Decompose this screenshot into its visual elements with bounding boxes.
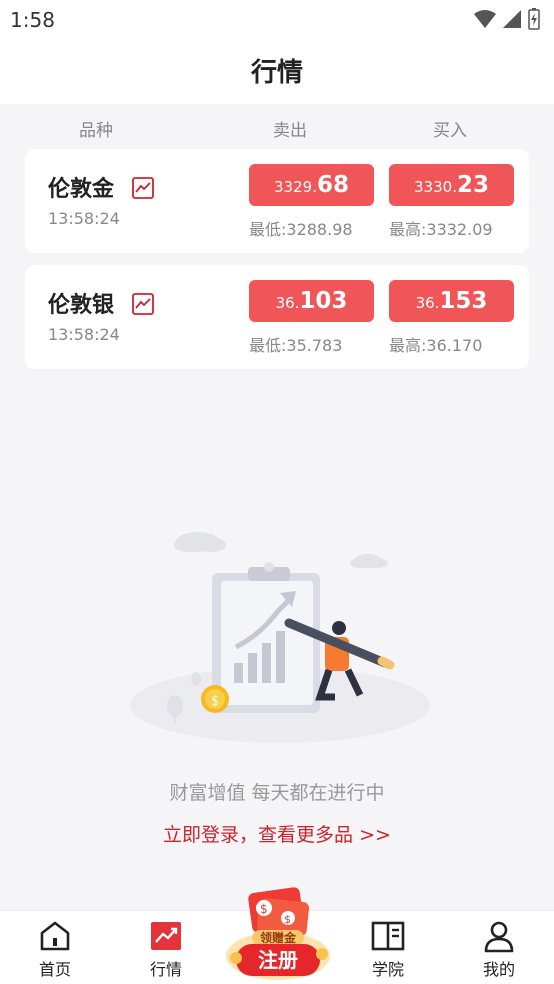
buy-price-dec: 153 xyxy=(439,288,488,314)
status-icons xyxy=(474,8,540,30)
buy-price-button[interactable]: 3330.23 xyxy=(389,164,514,206)
quote-card-gold[interactable]: 伦敦金 13:58:24 3329.68 3330.23 最低:3288.98 … xyxy=(25,149,529,253)
book-icon xyxy=(371,921,405,951)
low-price: 最低:3288.98 xyxy=(249,220,353,239)
tab-label: 首页 xyxy=(38,960,71,979)
tab-label: 我的 xyxy=(482,960,515,979)
promo-top-label: 领赠金 xyxy=(259,931,296,945)
tab-home[interactable]: 首页 xyxy=(0,911,110,984)
sell-price-dec: 68 xyxy=(316,172,349,198)
quote-name: 伦敦金 xyxy=(48,177,115,202)
buy-price-button[interactable]: 36.153 xyxy=(389,280,514,322)
quote-name: 伦敦银 xyxy=(48,293,115,318)
buy-price-dec: 23 xyxy=(456,172,489,198)
column-header-buy: 买入 xyxy=(433,121,467,141)
battery-icon xyxy=(528,8,540,30)
empty-state-illustration: $ xyxy=(130,532,430,743)
wifi-icon xyxy=(474,10,496,28)
market-icon xyxy=(151,922,181,950)
quote-time: 13:58:24 xyxy=(48,209,120,228)
status-bar: 1:58 xyxy=(0,0,554,38)
column-header-sell: 卖出 xyxy=(273,121,307,141)
signal-icon xyxy=(503,10,521,28)
register-promo-button[interactable]: $ $ 领赠金 注册 xyxy=(222,884,334,982)
sell-price-button[interactable]: 36.103 xyxy=(249,280,374,322)
status-time: 1:58 xyxy=(10,8,55,32)
tab-label: 行情 xyxy=(149,960,182,979)
high-price: 最高:3332.09 xyxy=(389,220,493,239)
empty-state-text: 财富增值 每天都在进行中 xyxy=(169,782,385,804)
page-title: 行情 xyxy=(250,58,303,88)
trend-chart-icon[interactable] xyxy=(132,293,154,315)
column-header-variety: 品种 xyxy=(79,121,113,141)
svg-text:$: $ xyxy=(211,694,219,709)
tab-label: 学院 xyxy=(371,960,404,979)
tab-academy[interactable]: 学院 xyxy=(333,911,443,984)
buy-price-int: 36. xyxy=(415,294,440,312)
sell-price-int: 3329. xyxy=(274,178,317,196)
tab-profile[interactable]: 我的 xyxy=(444,911,554,984)
promo-main-label: 注册 xyxy=(258,948,298,972)
quote-time: 13:58:24 xyxy=(48,325,120,344)
low-price: 最低:35.783 xyxy=(249,336,343,355)
sell-price-int: 36. xyxy=(275,294,300,312)
svg-text:$: $ xyxy=(260,902,268,916)
high-price: 最高:36.170 xyxy=(389,336,483,355)
svg-text:$: $ xyxy=(284,913,291,926)
login-link[interactable]: 立即登录，查看更多品 >> xyxy=(0,820,554,847)
trend-chart-icon[interactable] xyxy=(132,177,154,199)
sell-price-button[interactable]: 3329.68 xyxy=(249,164,374,206)
sell-price-dec: 103 xyxy=(299,288,348,314)
page-header: 行情 xyxy=(0,38,554,104)
buy-price-int: 3330. xyxy=(414,178,457,196)
quote-card-silver[interactable]: 伦敦银 13:58:24 36.103 36.153 最低:35.783 最高:… xyxy=(25,265,529,369)
tab-market[interactable]: 行情 xyxy=(111,911,221,984)
user-icon xyxy=(484,921,514,953)
home-icon xyxy=(40,921,70,951)
